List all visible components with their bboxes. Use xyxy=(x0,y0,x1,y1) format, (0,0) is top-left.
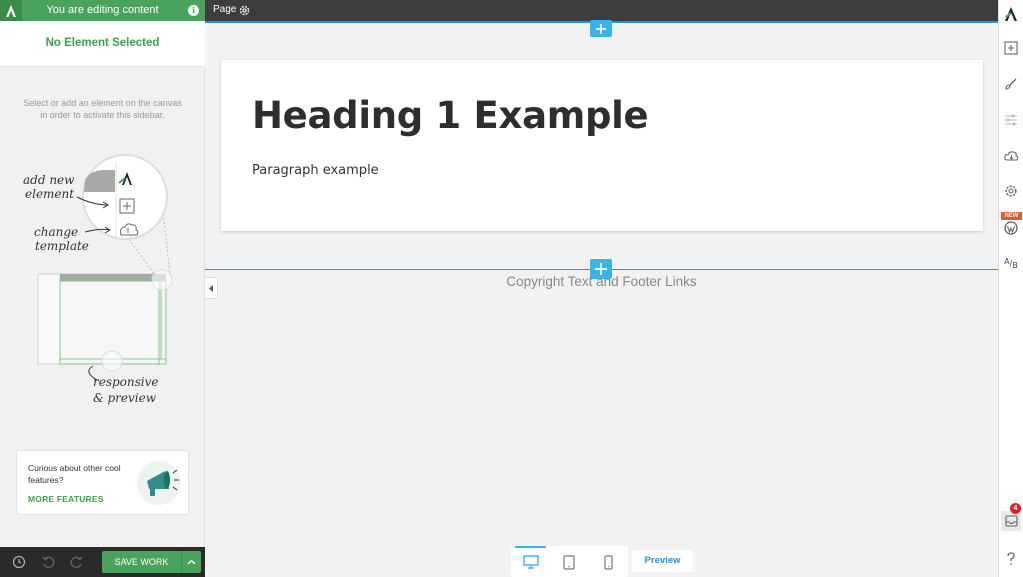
brush-icon[interactable] xyxy=(1003,76,1019,92)
svg-text:element: element xyxy=(25,187,74,201)
save-options-chevron-icon[interactable] xyxy=(181,551,201,573)
sidebar-hint: Select or add an element on the canvas i… xyxy=(23,98,182,120)
thrive-logo-icon xyxy=(1003,6,1019,22)
wordpress-icon[interactable] xyxy=(1003,220,1019,236)
svg-text:change: change xyxy=(34,225,78,239)
more-features-card: Curious about other cool features? MORE … xyxy=(16,450,189,515)
ab-label-b: B xyxy=(1012,260,1018,270)
gear-icon[interactable] xyxy=(1003,183,1019,199)
sliders-icon[interactable] xyxy=(1003,112,1019,128)
desktop-icon[interactable] xyxy=(521,553,541,571)
page-settings-gear-icon[interactable] xyxy=(238,4,251,17)
redo-icon[interactable] xyxy=(70,555,84,569)
ab-test-icon[interactable]: A / B xyxy=(1003,255,1019,271)
page-top-bar: Page xyxy=(205,0,998,21)
notifications-button[interactable] xyxy=(1001,511,1021,531)
add-element-icon[interactable] xyxy=(1003,40,1019,56)
heading-1[interactable]: Heading 1 Example xyxy=(252,94,649,137)
help-icon[interactable] xyxy=(1003,551,1019,567)
add-element-top-button[interactable] xyxy=(590,20,612,37)
footer-text[interactable]: Copyright Text and Footer Links xyxy=(205,274,998,289)
paragraph[interactable]: Paragraph example xyxy=(252,163,379,178)
sidebar-illustration: add new element change template responsi… xyxy=(23,154,173,405)
editing-banner: You are editing content i xyxy=(0,0,205,21)
svg-text:template: template xyxy=(35,239,89,253)
svg-text:add new: add new xyxy=(23,173,75,187)
clock-icon[interactable] xyxy=(12,555,26,569)
svg-text:responsive: responsive xyxy=(93,375,159,389)
content-section[interactable]: Heading 1 Example Paragraph example xyxy=(221,60,983,231)
cloud-download-icon[interactable] xyxy=(1003,148,1019,164)
save-work-button[interactable]: SAVE WORK xyxy=(102,551,181,573)
undo-icon[interactable] xyxy=(41,555,55,569)
active-device-indicator xyxy=(515,546,546,548)
notification-count-badge: 4 xyxy=(1010,503,1021,514)
tablet-icon[interactable] xyxy=(559,553,579,571)
megaphone-icon xyxy=(137,461,181,505)
left-sidebar: You are editing content i No Element Sel… xyxy=(0,0,205,577)
collapse-sidebar-button[interactable] xyxy=(205,277,218,299)
no-element-selected: No Element Selected xyxy=(0,21,205,67)
info-icon[interactable]: i xyxy=(188,5,199,16)
more-features-link[interactable]: MORE FEATURES xyxy=(28,494,104,504)
mobile-icon[interactable] xyxy=(598,553,618,571)
right-toolbar: NEW A / B 4 xyxy=(998,0,1023,577)
svg-text:& preview: & preview xyxy=(93,391,157,405)
page-label[interactable]: Page xyxy=(213,4,236,15)
preview-button[interactable]: Preview xyxy=(632,550,693,572)
device-switcher xyxy=(511,546,628,577)
editing-banner-title: You are editing content xyxy=(46,4,159,16)
features-question: Curious about other cool features? xyxy=(28,463,121,485)
thrive-logo-icon[interactable] xyxy=(0,0,22,21)
new-badge: NEW xyxy=(1001,212,1022,220)
